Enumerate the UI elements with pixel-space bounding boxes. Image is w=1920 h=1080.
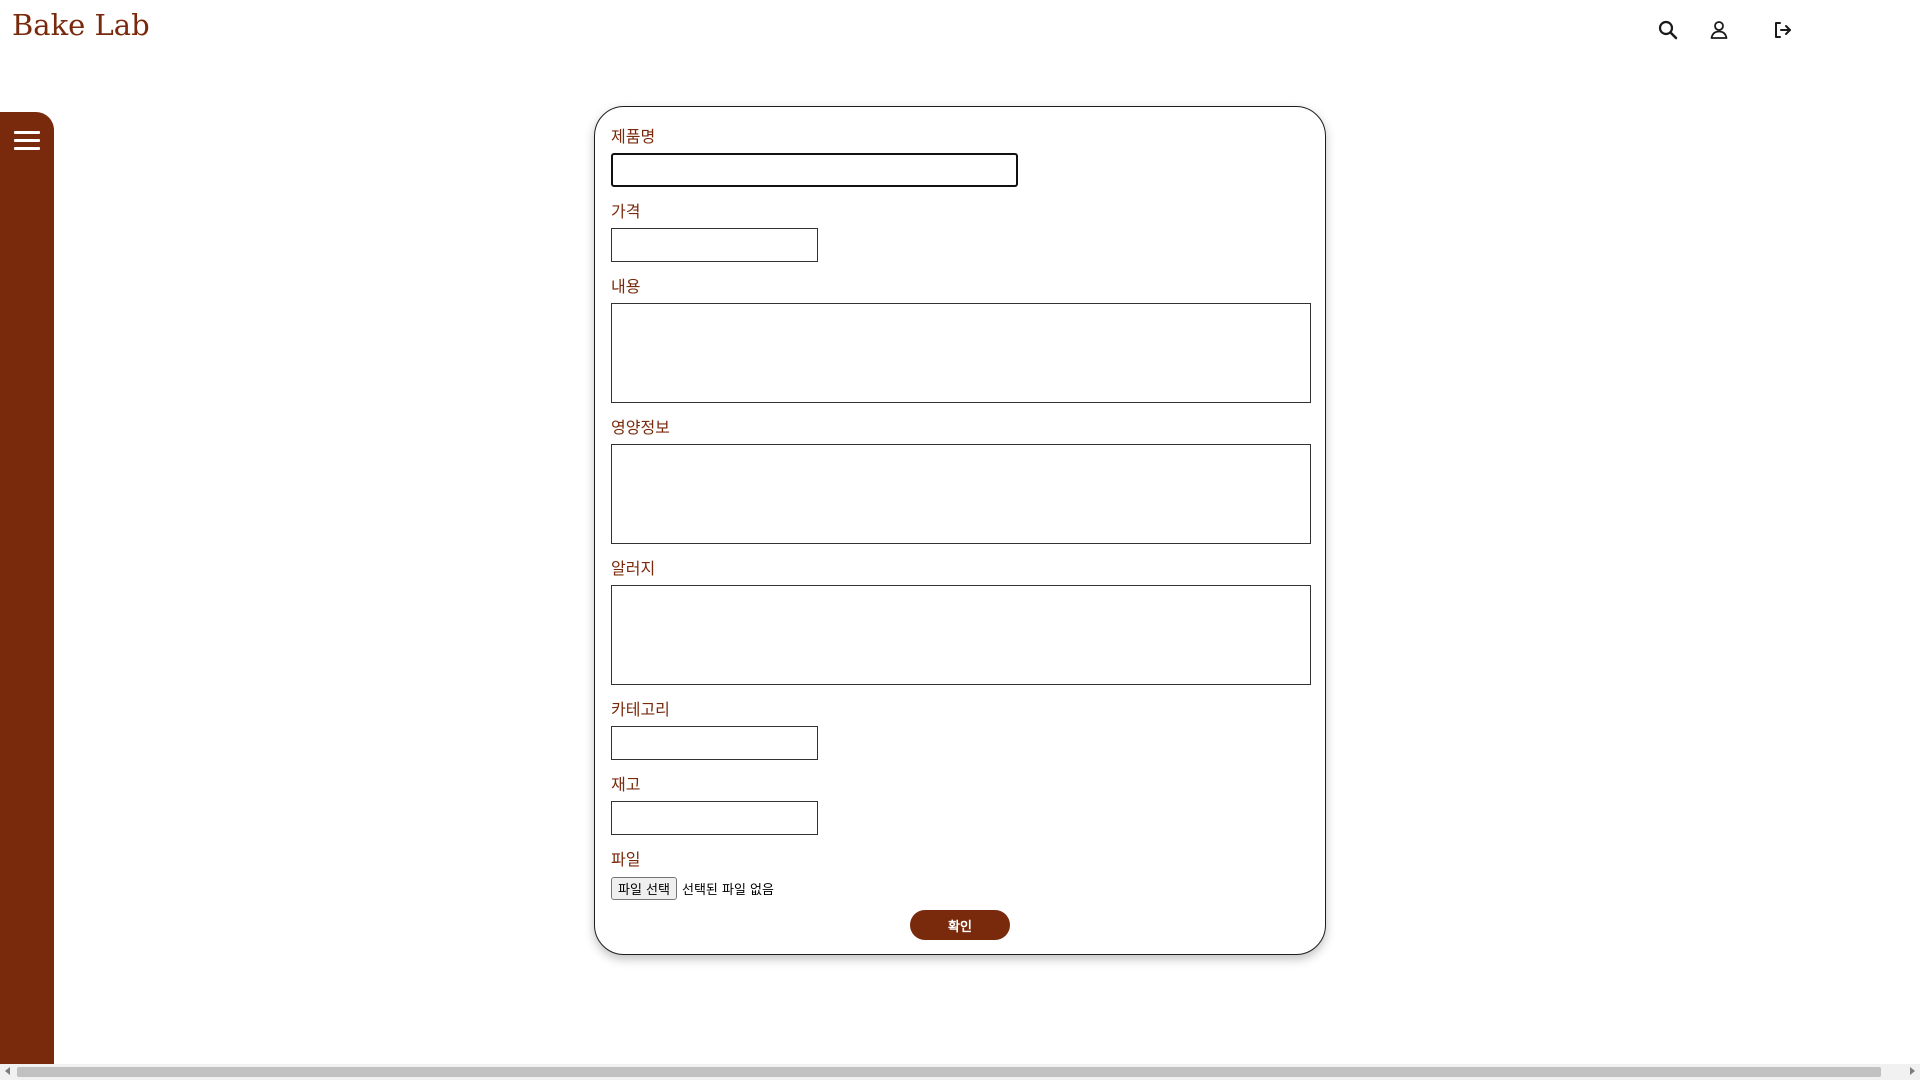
user-icon[interactable]: [1707, 18, 1731, 42]
nutrition-textarea[interactable]: [611, 444, 1311, 544]
scrollbar-thumb[interactable]: [17, 1067, 1881, 1077]
header-icons: [0, 18, 1920, 48]
confirm-button[interactable]: 확인: [910, 910, 1010, 940]
nutrition-label: 영양정보: [611, 418, 670, 437]
scroll-left-icon[interactable]: [5, 1067, 10, 1075]
file-input: 파일 선택 선택된 파일 없음: [611, 876, 774, 900]
category-input[interactable]: [611, 726, 818, 760]
price-label: 가격: [611, 202, 641, 221]
search-icon[interactable]: [1656, 18, 1680, 42]
horizontal-scrollbar[interactable]: [0, 1064, 1920, 1080]
file-label: 파일: [611, 850, 641, 869]
content-textarea[interactable]: [611, 303, 1311, 403]
stock-input[interactable]: [611, 801, 818, 835]
stock-label: 재고: [611, 775, 641, 794]
sidebar: [0, 112, 54, 1064]
product-name-input[interactable]: [611, 153, 1018, 187]
content-label: 내용: [611, 277, 641, 296]
allergy-label: 알러지: [611, 559, 656, 578]
product-name-label: 제품명: [611, 127, 656, 146]
scroll-right-icon[interactable]: [1910, 1067, 1915, 1075]
file-status-text: 선택된 파일 없음: [681, 882, 774, 898]
logout-icon[interactable]: [1771, 18, 1795, 42]
hamburger-menu-icon[interactable]: [14, 131, 40, 155]
price-input[interactable]: [611, 228, 818, 262]
product-form: 제품명 가격 내용 영양정보 알러지 카테고리 재고 파일 파일 선택 선택된 …: [594, 106, 1326, 955]
category-label: 카테고리: [611, 700, 670, 719]
file-select-button[interactable]: 파일 선택: [611, 876, 677, 900]
allergy-textarea[interactable]: [611, 585, 1311, 685]
